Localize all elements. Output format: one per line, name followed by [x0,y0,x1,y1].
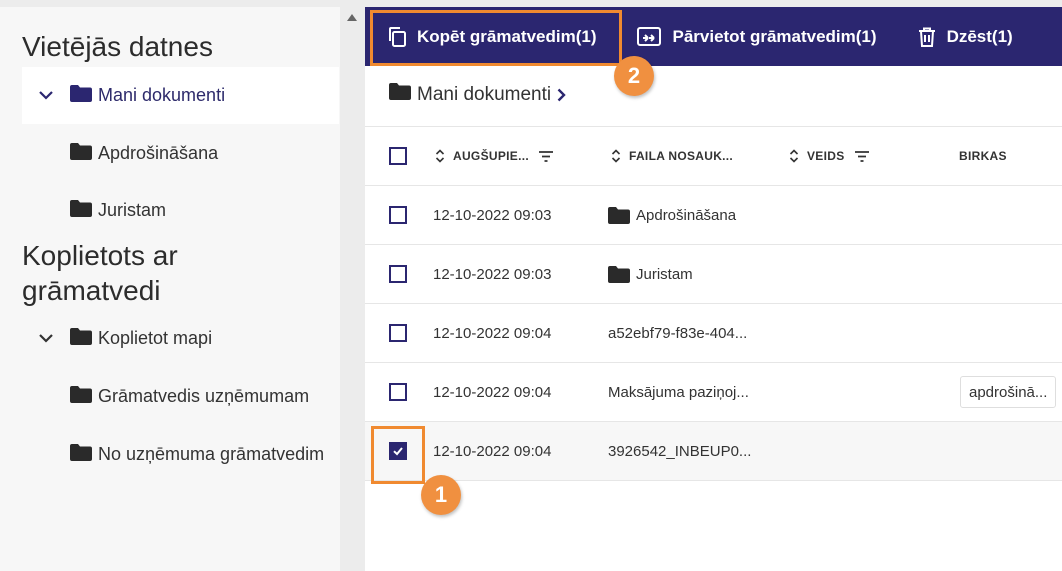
folder-icon [608,265,630,283]
move-to-accountant-button[interactable]: Pārvietot grāmatvedim(1) [636,7,877,66]
tree-item-gramatvedis-uznemumam[interactable]: Grāmatvedis uzņēmumam [22,368,339,425]
tree-item-label: Juristam [98,200,167,220]
shared-title-line2: grāmatvedi [22,275,161,306]
file-name[interactable]: Maksājuma paziņoj... [608,363,749,421]
row-checkbox[interactable] [389,383,407,401]
delete-button[interactable]: Dzēst(1) [917,7,1013,66]
folder-icon [70,199,92,222]
filter-icon[interactable] [538,150,553,162]
table-row[interactable]: 12-10-2022 09:03 Juristam [365,245,1062,304]
scroll-up-icon[interactable] [347,14,357,21]
tree-item-koplietot-mapi[interactable]: Koplietot mapi [22,310,339,367]
file-name: Juristam [636,265,693,283]
file-name[interactable]: a52ebf79-f83e-404... [608,304,747,362]
folder-icon [389,83,411,106]
file-name[interactable]: 3926542_INBEUP0... [608,422,751,480]
scrollbar-track[interactable] [340,0,365,571]
file-name-cell[interactable]: Juristam [608,245,693,303]
column-header-tags: BIRKAS [959,127,1007,185]
tree-item-juristam[interactable]: Juristam [22,182,339,239]
tree-item-label: Mani dokumenti [98,85,226,105]
upload-date: 12-10-2022 09:04 [433,383,552,401]
folder-icon [70,443,92,466]
column-header-label: FAILA NOSAUK... [629,149,734,163]
tag-chip[interactable]: apdrošinā... [960,376,1057,408]
chevron-down-icon[interactable] [34,334,58,343]
row-checkbox[interactable] [389,324,407,342]
chevron-right-icon [557,88,566,102]
upload-date: 12-10-2022 09:03 [433,265,552,283]
row-checkbox[interactable] [389,206,407,224]
step-badge-2: 2 [614,56,654,96]
sort-icon[interactable] [435,149,445,163]
move-label: Pārvietot grāmatvedim(1) [672,26,877,46]
select-all-checkbox[interactable] [389,147,407,165]
upload-date: 12-10-2022 09:04 [433,442,552,460]
sort-icon[interactable] [611,149,621,163]
breadcrumb-item[interactable]: Mani dokumenti [417,84,551,106]
main-panel: Kopēt grāmatvedim(1) Pārvietot grāmatved… [365,7,1062,571]
delete-label: Dzēst(1) [946,26,1013,46]
upload-date: 12-10-2022 09:04 [433,324,552,342]
table-row-selected[interactable]: 12-10-2022 09:04 3926542_INBEUP0... [365,422,1062,481]
row-checkbox[interactable] [389,265,407,283]
table-header: AUGŠUPIE... FAILA NOSAUK... VEIDS BIRKAS [365,126,1062,186]
table-row[interactable]: 12-10-2022 09:04 a52ebf79-f83e-404... [365,304,1062,363]
column-header-label: VEIDS [807,149,845,163]
move-icon [637,26,662,46]
tree-item-label: Koplietot mapi [98,328,213,348]
tree-item-label: Grāmatvedis uzņēmumam [98,386,310,406]
chevron-down-icon[interactable] [34,91,58,100]
folder-icon [608,206,630,224]
column-header-type[interactable]: VEIDS [789,127,877,185]
tree-item-label: No uzņēmuma grāmatvedim [98,444,325,464]
column-header-label: AUGŠUPIE... [453,149,529,163]
trash-icon [918,27,935,47]
table-row[interactable]: 12-10-2022 09:03 Apdrošināšana [365,186,1062,245]
shared-title-line1: Koplietots ar [22,240,178,271]
column-header-filename[interactable]: FAILA NOSAUK... [611,127,733,185]
tree-item-mani-dokumenti[interactable]: Mani dokumenti [22,67,339,124]
tree-item-label: Apdrošināšana [98,143,219,163]
tree-item-no-uznemuma-gramatvedim[interactable]: No uzņēmuma grāmatvedim [22,426,339,483]
column-header-uploaded[interactable]: AUGŠUPIE... [435,127,561,185]
checkbox-highlight [371,426,425,484]
local-files-title: Vietējās datnes [22,31,213,62]
folder-icon [70,385,92,408]
table-row[interactable]: 12-10-2022 09:04 Maksājuma paziņoj... ap… [365,363,1062,422]
copy-button-highlight [370,10,622,66]
file-name: Apdrošināšana [636,206,737,224]
upload-date: 12-10-2022 09:03 [433,206,552,224]
folder-icon [70,327,92,350]
breadcrumb: Mani dokumenti [389,83,566,106]
folder-icon [70,84,92,107]
tree-item-apdrosinasana[interactable]: Apdrošināšana [22,125,339,182]
filter-icon[interactable] [854,150,869,162]
folder-icon [70,142,92,165]
file-name-cell[interactable]: Apdrošināšana [608,186,736,244]
sort-icon[interactable] [789,149,799,163]
sidebar: Vietējās datnes Mani dokumenti Apdrošinā… [0,7,340,571]
column-header-label: BIRKAS [959,149,1007,163]
step-badge-1: 1 [421,475,461,515]
